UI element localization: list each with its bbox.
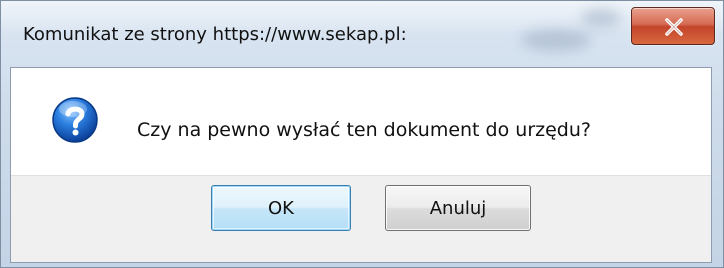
ok-button-label: OK — [268, 197, 294, 219]
aero-background-blur — [581, 9, 621, 27]
dialog-title: Komunikat ze strony https://www.sekap.pl… — [23, 24, 407, 45]
question-icon — [52, 97, 98, 143]
aero-background-blur — [521, 29, 591, 51]
cancel-button-label: Anuluj — [429, 197, 487, 219]
close-button[interactable] — [631, 7, 715, 45]
close-icon — [665, 18, 683, 36]
dialog-message: Czy na pewno wysłać ten dokument do urzę… — [137, 119, 591, 141]
cancel-button[interactable]: Anuluj — [385, 185, 531, 231]
alert-dialog-window: Komunikat ze strony https://www.sekap.pl… — [0, 0, 724, 268]
dialog-body: Czy na pewno wysłać ten dokument do urzę… — [10, 67, 712, 263]
ok-button[interactable]: OK — [211, 185, 351, 231]
dialog-button-bar — [11, 175, 711, 262]
